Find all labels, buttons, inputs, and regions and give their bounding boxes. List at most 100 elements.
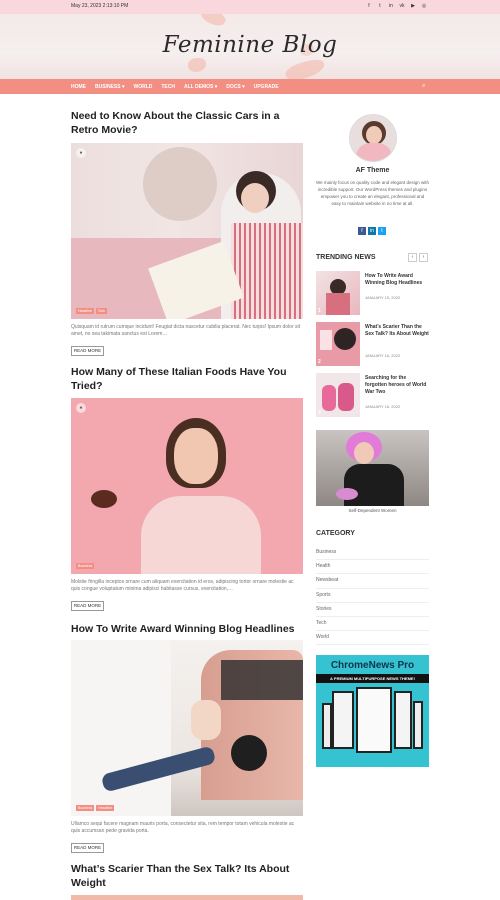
category-tag[interactable]: Headline (96, 805, 115, 811)
decor-hair (334, 328, 356, 350)
post-excerpt: Ullamco sequi facere magnam mauris porta… (71, 821, 295, 834)
decor-car-window (221, 660, 303, 700)
main-nav: HOME BUSINESS ▾ WORLD TECH ALL DEMOS ▾ D… (0, 79, 500, 94)
chevron-right-icon[interactable]: › (419, 253, 428, 262)
category-item[interactable]: Tech (316, 617, 429, 632)
nav-tech[interactable]: TECH (161, 84, 175, 90)
trending-date: JANUARY 16, 2022 (365, 404, 401, 409)
category-tag[interactable]: Business (76, 563, 95, 569)
post-image[interactable]: ● Headline Tech (71, 143, 303, 319)
camera-icon: ● (76, 148, 86, 158)
top-bar: May 23, 2023 2:13:10 PM f t in vk ▶ ◎ (0, 0, 500, 14)
category-tag[interactable]: Business (76, 805, 95, 811)
decor-person (322, 385, 336, 411)
author-name: AF Theme (355, 167, 390, 174)
post-excerpt: Quisquam id rutrum cumque incidunt! Feug… (71, 324, 300, 337)
chevron-left-icon[interactable]: ‹ (408, 253, 417, 262)
nav-all-demos[interactable]: ALL DEMOS ▾ (184, 84, 217, 90)
decor-sweater (141, 496, 261, 574)
trending-item[interactable]: 2 What’s Scarier Than the Sex Talk? Its … (316, 322, 429, 367)
nav-business[interactable]: BUSINESS ▾ (95, 84, 124, 90)
decor-shirt (356, 143, 392, 161)
linkedin-icon[interactable]: in (388, 3, 394, 9)
nav-world[interactable]: WORLD (133, 84, 152, 90)
post-categories: Business (76, 563, 95, 569)
trending-thumbnail[interactable]: 1 (316, 271, 360, 315)
nav-upgrade[interactable]: UPGRADE (254, 84, 279, 90)
author-avatar (349, 114, 397, 162)
trending-title-link[interactable]: How To Write Award Winning Blog Headline… (365, 273, 429, 287)
read-more-button[interactable]: READ MORE (71, 601, 104, 611)
decor-striped-shirt (231, 223, 303, 319)
featured-caption[interactable]: Self-Dependent Women (316, 508, 429, 513)
trending-title-link[interactable]: Searching for the forgotten heroes of Wo… (365, 375, 429, 396)
linkedin-icon[interactable]: in (368, 227, 376, 235)
trending-nav: ‹ › (408, 253, 428, 262)
decor-screen (413, 701, 423, 749)
twitter-icon[interactable]: t (378, 227, 386, 235)
read-more-button[interactable]: READ MORE (71, 346, 104, 356)
decor-screen (332, 691, 354, 749)
post-image[interactable]: Business Headline (71, 640, 303, 816)
post-title[interactable]: Need to Know About the Classic Cars in a… (71, 109, 303, 137)
category-tag[interactable]: Tech (95, 308, 108, 314)
current-date: May 23, 2023 2:13:10 PM (71, 3, 129, 9)
site-logo[interactable]: Feminine Blog (0, 32, 500, 58)
trending-thumbnail[interactable]: 2 (316, 322, 360, 366)
ad-title: ChromeNews Pro (330, 660, 415, 671)
trending-title: TRENDING NEWS (316, 254, 376, 261)
category-list: Business Health Newsbeat Sports Stories … (316, 546, 429, 646)
trending-title-link[interactable]: What’s Scarier Than the Sex Talk? Its Ab… (365, 324, 429, 338)
decor-bag (336, 488, 358, 500)
trending-item[interactable]: 1 How To Write Award Winning Blog Headli… (316, 271, 429, 316)
decor-face (174, 428, 218, 484)
twitter-icon[interactable]: t (377, 3, 383, 9)
facebook-icon[interactable]: f (366, 3, 372, 9)
author-social-links: f in t (358, 227, 386, 235)
post-image[interactable] (71, 895, 303, 900)
search-icon[interactable]: ⌕ (422, 83, 425, 90)
author-description: We mainly focus on quality code and eleg… (316, 180, 429, 206)
vk-icon[interactable]: vk (399, 3, 405, 9)
post-categories: Business Headline (76, 805, 115, 811)
nav-home[interactable]: HOME (71, 84, 86, 90)
decor-person (191, 700, 221, 740)
decor-person (338, 383, 354, 411)
trending-item[interactable]: 3 Searching for the forgotten heroes of … (316, 373, 429, 418)
nav-docs[interactable]: DOCS ▾ (226, 84, 244, 90)
trending-thumbnail[interactable]: 3 (316, 373, 360, 417)
post-title[interactable]: What’s Scarier Than the Sex Talk? Its Ab… (71, 862, 303, 890)
category-item[interactable]: Sports (316, 589, 429, 603)
decor-face (366, 126, 382, 144)
decor-screen (356, 687, 392, 753)
category-item[interactable]: Newsbeat (316, 574, 429, 589)
trending-number: 1 (318, 308, 321, 314)
category-item[interactable]: Stories (316, 603, 429, 617)
category-item[interactable]: Business (316, 546, 429, 561)
decor-petal (198, 14, 228, 30)
post-categories: Headline Tech (76, 308, 108, 314)
decor-jacket (344, 464, 404, 506)
instagram-icon[interactable]: ◎ (421, 3, 427, 9)
site-header: Feminine Blog (0, 14, 500, 79)
category-item[interactable]: World (316, 631, 429, 646)
facebook-icon[interactable]: f (358, 227, 366, 235)
read-more-button[interactable]: READ MORE (71, 843, 104, 853)
category-item[interactable]: Health (316, 560, 429, 575)
decor-screen (394, 691, 412, 749)
decor-face (354, 442, 374, 464)
trending-number: 2 (318, 359, 321, 365)
post-excerpt: Molstie fringilla inceptos ornare cum al… (71, 579, 294, 592)
trending-date: JANUARY 16, 2022 (365, 353, 401, 358)
post-title[interactable]: How Many of These Italian Foods Have You… (71, 365, 303, 393)
decor-petal (283, 57, 327, 79)
ad-banner[interactable]: ChromeNews Pro A PREMIUM MULTIPURPOSE NE… (316, 655, 429, 767)
youtube-icon[interactable]: ▶ (410, 3, 416, 9)
decor-shirt (326, 293, 350, 315)
trending-number: 3 (318, 410, 321, 416)
decor-wall (71, 640, 171, 816)
post-image[interactable]: ● Business (71, 398, 303, 574)
category-tag[interactable]: Headline (76, 308, 94, 314)
featured-image[interactable] (316, 430, 429, 506)
post-title[interactable]: How To Write Award Winning Blog Headline… (71, 622, 303, 636)
